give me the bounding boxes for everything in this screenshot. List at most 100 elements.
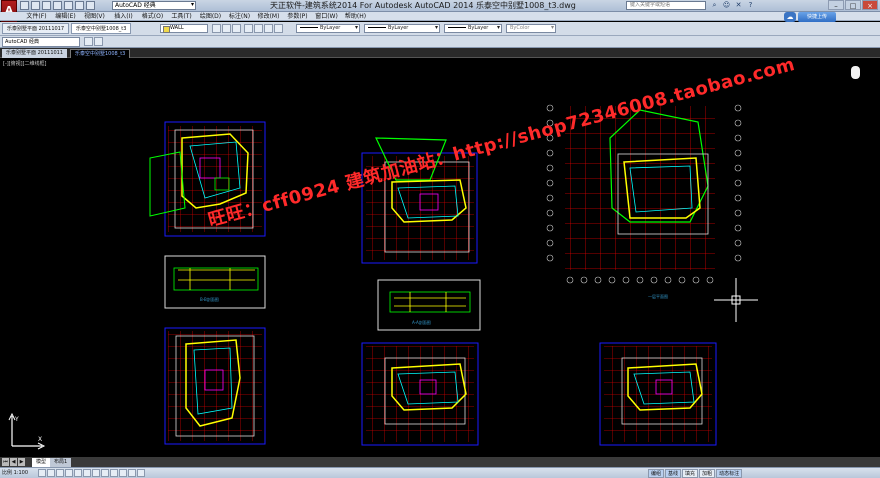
file-tab-1[interactable]: 乐泰别墅平面 20111017 [2, 23, 70, 34]
layer-off-icon[interactable] [264, 24, 273, 33]
close-button[interactable]: × [862, 0, 878, 10]
sc-icon[interactable] [137, 469, 145, 477]
plotstyle-dropdown[interactable]: ByColor [506, 24, 556, 33]
section-b-label: B-B剖面图 [200, 296, 219, 302]
menu-format[interactable]: 格式(O) [138, 12, 167, 21]
toggle-baseline[interactable]: 基线 [665, 469, 682, 478]
redo-icon[interactable] [86, 1, 95, 10]
menu-parametric[interactable]: 参数(P) [283, 12, 312, 21]
plan-bottom-middle[interactable] [361, 342, 479, 446]
axis-bubble [622, 276, 630, 284]
autocad-window: AutoCAD 经典 天正软件-建筑系统2014 For Autodesk Au… [0, 0, 880, 478]
axis-bubble [580, 276, 588, 284]
settings-icon[interactable] [84, 37, 93, 46]
menu-insert[interactable]: 插入(I) [109, 12, 138, 21]
menu-edit[interactable]: 编辑(E) [51, 12, 80, 21]
help-icon[interactable]: ? [746, 1, 755, 10]
polar-icon[interactable] [65, 469, 73, 477]
menu-draw[interactable]: 绘图(D) [196, 12, 225, 21]
plan-bottom-right[interactable] [599, 342, 717, 446]
saveas-icon[interactable] [53, 1, 62, 10]
menu-window[interactable]: 窗口(W) [312, 12, 341, 21]
first-layout-icon[interactable]: ⏮ [2, 458, 9, 466]
layer-iso-icon[interactable] [254, 24, 263, 33]
axis-bubble [546, 224, 554, 232]
ducs-icon[interactable] [92, 469, 100, 477]
doc-tab-2[interactable]: 乐泰空中别墅1008_t3 [70, 49, 131, 58]
workspace-secondary-dropdown[interactable]: AutoCAD 经典 [2, 37, 80, 47]
axis-bubble [546, 209, 554, 217]
layer-state-icon[interactable] [232, 24, 241, 33]
cloud-icon[interactable]: ☁ [784, 12, 796, 22]
menu-tools[interactable]: 工具(T) [167, 12, 196, 21]
help-search-input[interactable]: 键入关键字或短语 [626, 1, 706, 10]
toggle-dynamic-dim[interactable]: 动态标注 [716, 469, 743, 478]
next-layout-icon[interactable]: ▶ [18, 458, 25, 466]
maximize-button[interactable]: □ [845, 0, 861, 10]
plan-bottom-left[interactable] [164, 327, 266, 445]
ucs-icon: Y X [8, 412, 46, 450]
menu-dimension[interactable]: 标注(N) [225, 12, 254, 21]
toggle-group[interactable]: 编组 [648, 469, 665, 478]
search-icon[interactable]: ⌕ [710, 1, 719, 10]
lwt-icon[interactable] [110, 469, 118, 477]
grid-icon[interactable] [47, 469, 55, 477]
title-icons: ⌕ ☺ ✕ ? [710, 1, 755, 10]
draw-tools [84, 37, 103, 46]
otrack-icon[interactable] [83, 469, 91, 477]
save-icon[interactable] [42, 1, 51, 10]
viewcube-icon[interactable] [850, 66, 862, 80]
minimize-button[interactable]: – [828, 0, 844, 10]
layer-dropdown[interactable]: WALL [160, 24, 208, 33]
menu-help[interactable]: 帮助(H) [341, 12, 370, 21]
section-a[interactable]: A-A剖面图 [377, 279, 481, 331]
snap-icon[interactable] [38, 469, 46, 477]
workspace-dropdown[interactable]: AutoCAD 经典 [112, 1, 196, 10]
layer-tools [212, 24, 241, 33]
file-tab-2[interactable]: 乐泰空中别墅1008_t3 [71, 23, 132, 34]
color-swatch [300, 27, 318, 28]
layer-manager-icon[interactable] [212, 24, 221, 33]
upload-button[interactable]: 快捷上传 [798, 12, 836, 22]
ortho-icon[interactable] [56, 469, 64, 477]
doc-tab-1[interactable]: 乐泰别墅平面 20111011 [2, 49, 68, 58]
menu-view[interactable]: 视图(V) [80, 12, 109, 21]
standard-toolbar: 乐泰别墅平面 20111017 乐泰空中别墅1008_t3 WALL ByLay… [0, 22, 880, 36]
toggle-bold[interactable]: 加粗 [699, 469, 716, 478]
linetype-value: ByLayer [388, 25, 409, 31]
lineweight-dropdown[interactable]: ByLayer [444, 24, 502, 33]
dyn-icon[interactable] [101, 469, 109, 477]
toggle-fill[interactable]: 填充 [682, 469, 699, 478]
section-b[interactable]: B-B剖面图 [164, 255, 266, 309]
tab-layout1[interactable]: 布局1 [50, 458, 72, 467]
layer-prev-icon[interactable] [222, 24, 231, 33]
tab-model[interactable]: 模型 [32, 458, 51, 467]
menu-file[interactable]: 文件(F) [22, 12, 51, 21]
prev-layout-icon[interactable]: ◀ [10, 458, 17, 466]
qp-icon[interactable] [128, 469, 136, 477]
undo-icon[interactable] [75, 1, 84, 10]
layer-match-icon[interactable] [244, 24, 253, 33]
gear-icon[interactable] [94, 37, 103, 46]
tpy-icon[interactable] [119, 469, 127, 477]
open-icon[interactable] [31, 1, 40, 10]
user-icon[interactable]: ☺ [722, 1, 731, 10]
axis-bubble [650, 276, 658, 284]
linetype-swatch [368, 27, 386, 28]
color-value: ByLayer [320, 25, 341, 31]
color-dropdown[interactable]: ByLayer [296, 24, 360, 33]
axis-bubble [706, 276, 714, 284]
new-icon[interactable] [20, 1, 29, 10]
exchange-icon[interactable]: ✕ [734, 1, 743, 10]
linetype-dropdown[interactable]: ByLayer [364, 24, 440, 33]
scale-readout[interactable]: 比例 1:100 [2, 469, 28, 478]
drawing-canvas[interactable]: [-][俯视][二维线框] 一层平面图 B-B剖面图 A-A剖面图 Y X 旺旺… [0, 54, 880, 457]
osnap-icon[interactable] [74, 469, 82, 477]
workspace-toolbar: AutoCAD 经典 [0, 36, 880, 48]
plot-icon[interactable] [64, 1, 73, 10]
axis-bubble [734, 149, 742, 157]
lineweight-swatch [448, 27, 466, 28]
menu-modify[interactable]: 修改(M) [254, 12, 283, 21]
axis-bubble [734, 134, 742, 142]
layer-freeze-icon[interactable] [274, 24, 283, 33]
